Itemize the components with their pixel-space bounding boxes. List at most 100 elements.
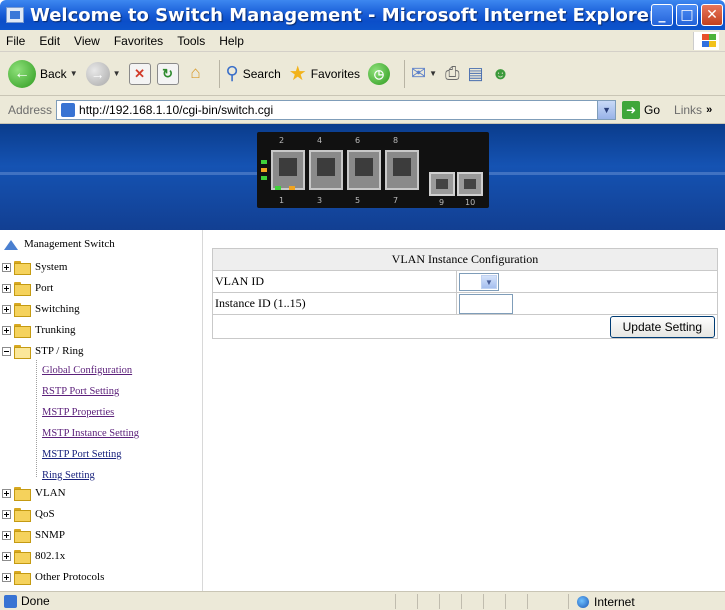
- port-led-icon: [275, 186, 281, 190]
- tree-item-label: Switching: [35, 303, 80, 315]
- address-input[interactable]: http://192.168.1.10/cgi-bin/switch.cgi ▼: [56, 99, 617, 120]
- search-icon: ⚲: [225, 63, 239, 83]
- stop-button[interactable]: ✕: [128, 62, 151, 85]
- tree-item-label: VLAN: [35, 487, 66, 499]
- menu-view[interactable]: View: [74, 34, 100, 48]
- update-setting-button[interactable]: Update Setting: [609, 315, 715, 338]
- menu-file[interactable]: File: [6, 34, 25, 48]
- back-arrow-icon: ←: [8, 59, 36, 88]
- tree-item-label: Trunking: [35, 324, 76, 336]
- tree-item-other-protocols[interactable]: Other Protocols: [2, 568, 104, 586]
- refresh-icon: ↻: [162, 65, 173, 81]
- print-button[interactable]: ⎙: [445, 63, 459, 84]
- folder-icon: [14, 550, 31, 564]
- edit-button[interactable]: ▤: [467, 64, 483, 84]
- tree-item-switching[interactable]: Switching: [2, 300, 80, 318]
- expand-plus-icon[interactable]: [2, 551, 11, 561]
- go-arrow-icon[interactable]: ➜: [622, 100, 641, 119]
- expand-plus-icon[interactable]: [2, 572, 11, 582]
- address-bar: Address http://192.168.1.10/cgi-bin/swit…: [0, 96, 725, 124]
- favorites-star-icon: ★: [288, 63, 307, 85]
- links-label[interactable]: Links: [674, 103, 702, 117]
- edit-page-icon: ▤: [467, 63, 484, 83]
- expand-plus-icon[interactable]: [2, 325, 11, 335]
- tree-item-snmp[interactable]: SNMP: [2, 526, 65, 544]
- status-text: Done: [21, 594, 50, 608]
- history-icon: ◷: [368, 62, 391, 85]
- go-button[interactable]: Go: [644, 103, 660, 117]
- window-title: Welcome to Switch Management - Microsoft…: [30, 4, 658, 26]
- menu-help[interactable]: Help: [219, 34, 244, 48]
- refresh-button[interactable]: ↻: [156, 62, 179, 85]
- expand-plus-icon[interactable]: [2, 488, 11, 498]
- expand-plus-icon[interactable]: [2, 530, 11, 540]
- menu-edit[interactable]: Edit: [39, 34, 60, 48]
- expand-plus-icon[interactable]: [2, 262, 11, 272]
- address-url[interactable]: http://192.168.1.10/cgi-bin/switch.cgi: [79, 103, 273, 117]
- status-bar: Done Internet: [0, 591, 725, 610]
- menu-bar: File Edit View Favorites Tools Help: [0, 30, 725, 52]
- mail-dropdown-icon[interactable]: ▼: [429, 69, 437, 78]
- menu-favorites[interactable]: Favorites: [114, 34, 163, 48]
- mail-button[interactable]: ✉ ▼: [411, 63, 437, 84]
- ie-window-icon[interactable]: [6, 7, 24, 23]
- tree-item-stp-ring[interactable]: STP / Ring: [2, 342, 84, 360]
- link-mstp-properties[interactable]: MSTP Properties: [42, 407, 114, 418]
- forward-dropdown-icon[interactable]: ▼: [113, 69, 121, 78]
- switch-front-panel-image: 2 4 6 8 1 3 5 7 9 10: [257, 132, 489, 208]
- collapse-minus-icon[interactable]: [2, 346, 11, 356]
- tree-item-8021x[interactable]: 802.1x: [2, 547, 65, 565]
- ethernet-port-icon: [347, 150, 381, 190]
- back-dropdown-icon[interactable]: ▼: [70, 69, 78, 78]
- folder-icon: [14, 324, 31, 338]
- favorites-button[interactable]: ★ Favorites: [289, 61, 360, 86]
- tree-item-vlan[interactable]: VLAN: [2, 484, 66, 502]
- messenger-button[interactable]: ☻: [492, 64, 510, 84]
- minimize-button[interactable]: _: [651, 4, 673, 26]
- home-button[interactable]: ⌂: [185, 63, 207, 85]
- close-button[interactable]: ✕: [701, 4, 723, 26]
- link-ring-setting[interactable]: Ring Setting: [42, 470, 95, 481]
- title-bar[interactable]: Welcome to Switch Management - Microsoft…: [0, 0, 725, 30]
- open-folder-icon: [14, 345, 31, 359]
- folder-icon: [14, 508, 31, 522]
- vlan-id-select[interactable]: ▼: [459, 272, 499, 291]
- search-button[interactable]: ⚲ Search: [226, 63, 281, 84]
- chevron-down-icon[interactable]: ▼: [481, 274, 497, 289]
- tree-item-qos[interactable]: QoS: [2, 505, 55, 523]
- instance-id-input[interactable]: [459, 293, 513, 314]
- link-mstp-port-setting[interactable]: MSTP Port Setting: [42, 449, 122, 460]
- page-icon: [61, 102, 76, 117]
- address-dropdown-icon[interactable]: ▼: [597, 100, 616, 119]
- tree-item-system[interactable]: System: [2, 258, 67, 276]
- expand-plus-icon[interactable]: [2, 304, 11, 314]
- vlan-id-cell: ▼: [456, 270, 718, 293]
- button-row: Update Setting: [212, 314, 718, 339]
- link-mstp-instance-setting[interactable]: MSTP Instance Setting: [42, 428, 139, 439]
- status-led-icon: [261, 160, 267, 164]
- status-led-icon: [261, 176, 267, 180]
- menu-tools[interactable]: Tools: [177, 34, 205, 48]
- link-global-configuration[interactable]: Global Configuration: [42, 365, 132, 376]
- expand-plus-icon[interactable]: [2, 283, 11, 293]
- instance-id-label: Instance ID (1..15): [212, 292, 457, 315]
- folder-icon: [14, 571, 31, 585]
- history-button[interactable]: ◷: [368, 62, 391, 85]
- links-more-icon[interactable]: »: [706, 104, 712, 116]
- tree-item-trunking[interactable]: Trunking: [2, 321, 76, 339]
- folder-icon: [14, 303, 31, 317]
- tree-item-port[interactable]: Port: [2, 279, 53, 297]
- navigation-tree: Management Switch System Port Switching …: [0, 230, 203, 591]
- config-table: VLAN Instance Configuration VLAN ID ▼ In…: [212, 248, 718, 339]
- tree-root[interactable]: Management Switch: [4, 238, 115, 250]
- toolbar: ← Back ▼ → ▼ ✕ ↻ ⌂ ⚲ Search ★ Favorites …: [0, 52, 725, 96]
- fiber-port-icon: [429, 172, 455, 196]
- maximize-button[interactable]: □: [676, 4, 698, 26]
- expand-plus-icon[interactable]: [2, 509, 11, 519]
- link-rstp-port-setting[interactable]: RSTP Port Setting: [42, 386, 119, 397]
- security-zone[interactable]: Internet: [568, 594, 635, 609]
- internet-globe-icon: [577, 595, 589, 608]
- back-button[interactable]: ← Back ▼: [8, 59, 78, 88]
- windows-logo-icon: [693, 32, 719, 50]
- forward-button[interactable]: → ▼: [85, 61, 121, 86]
